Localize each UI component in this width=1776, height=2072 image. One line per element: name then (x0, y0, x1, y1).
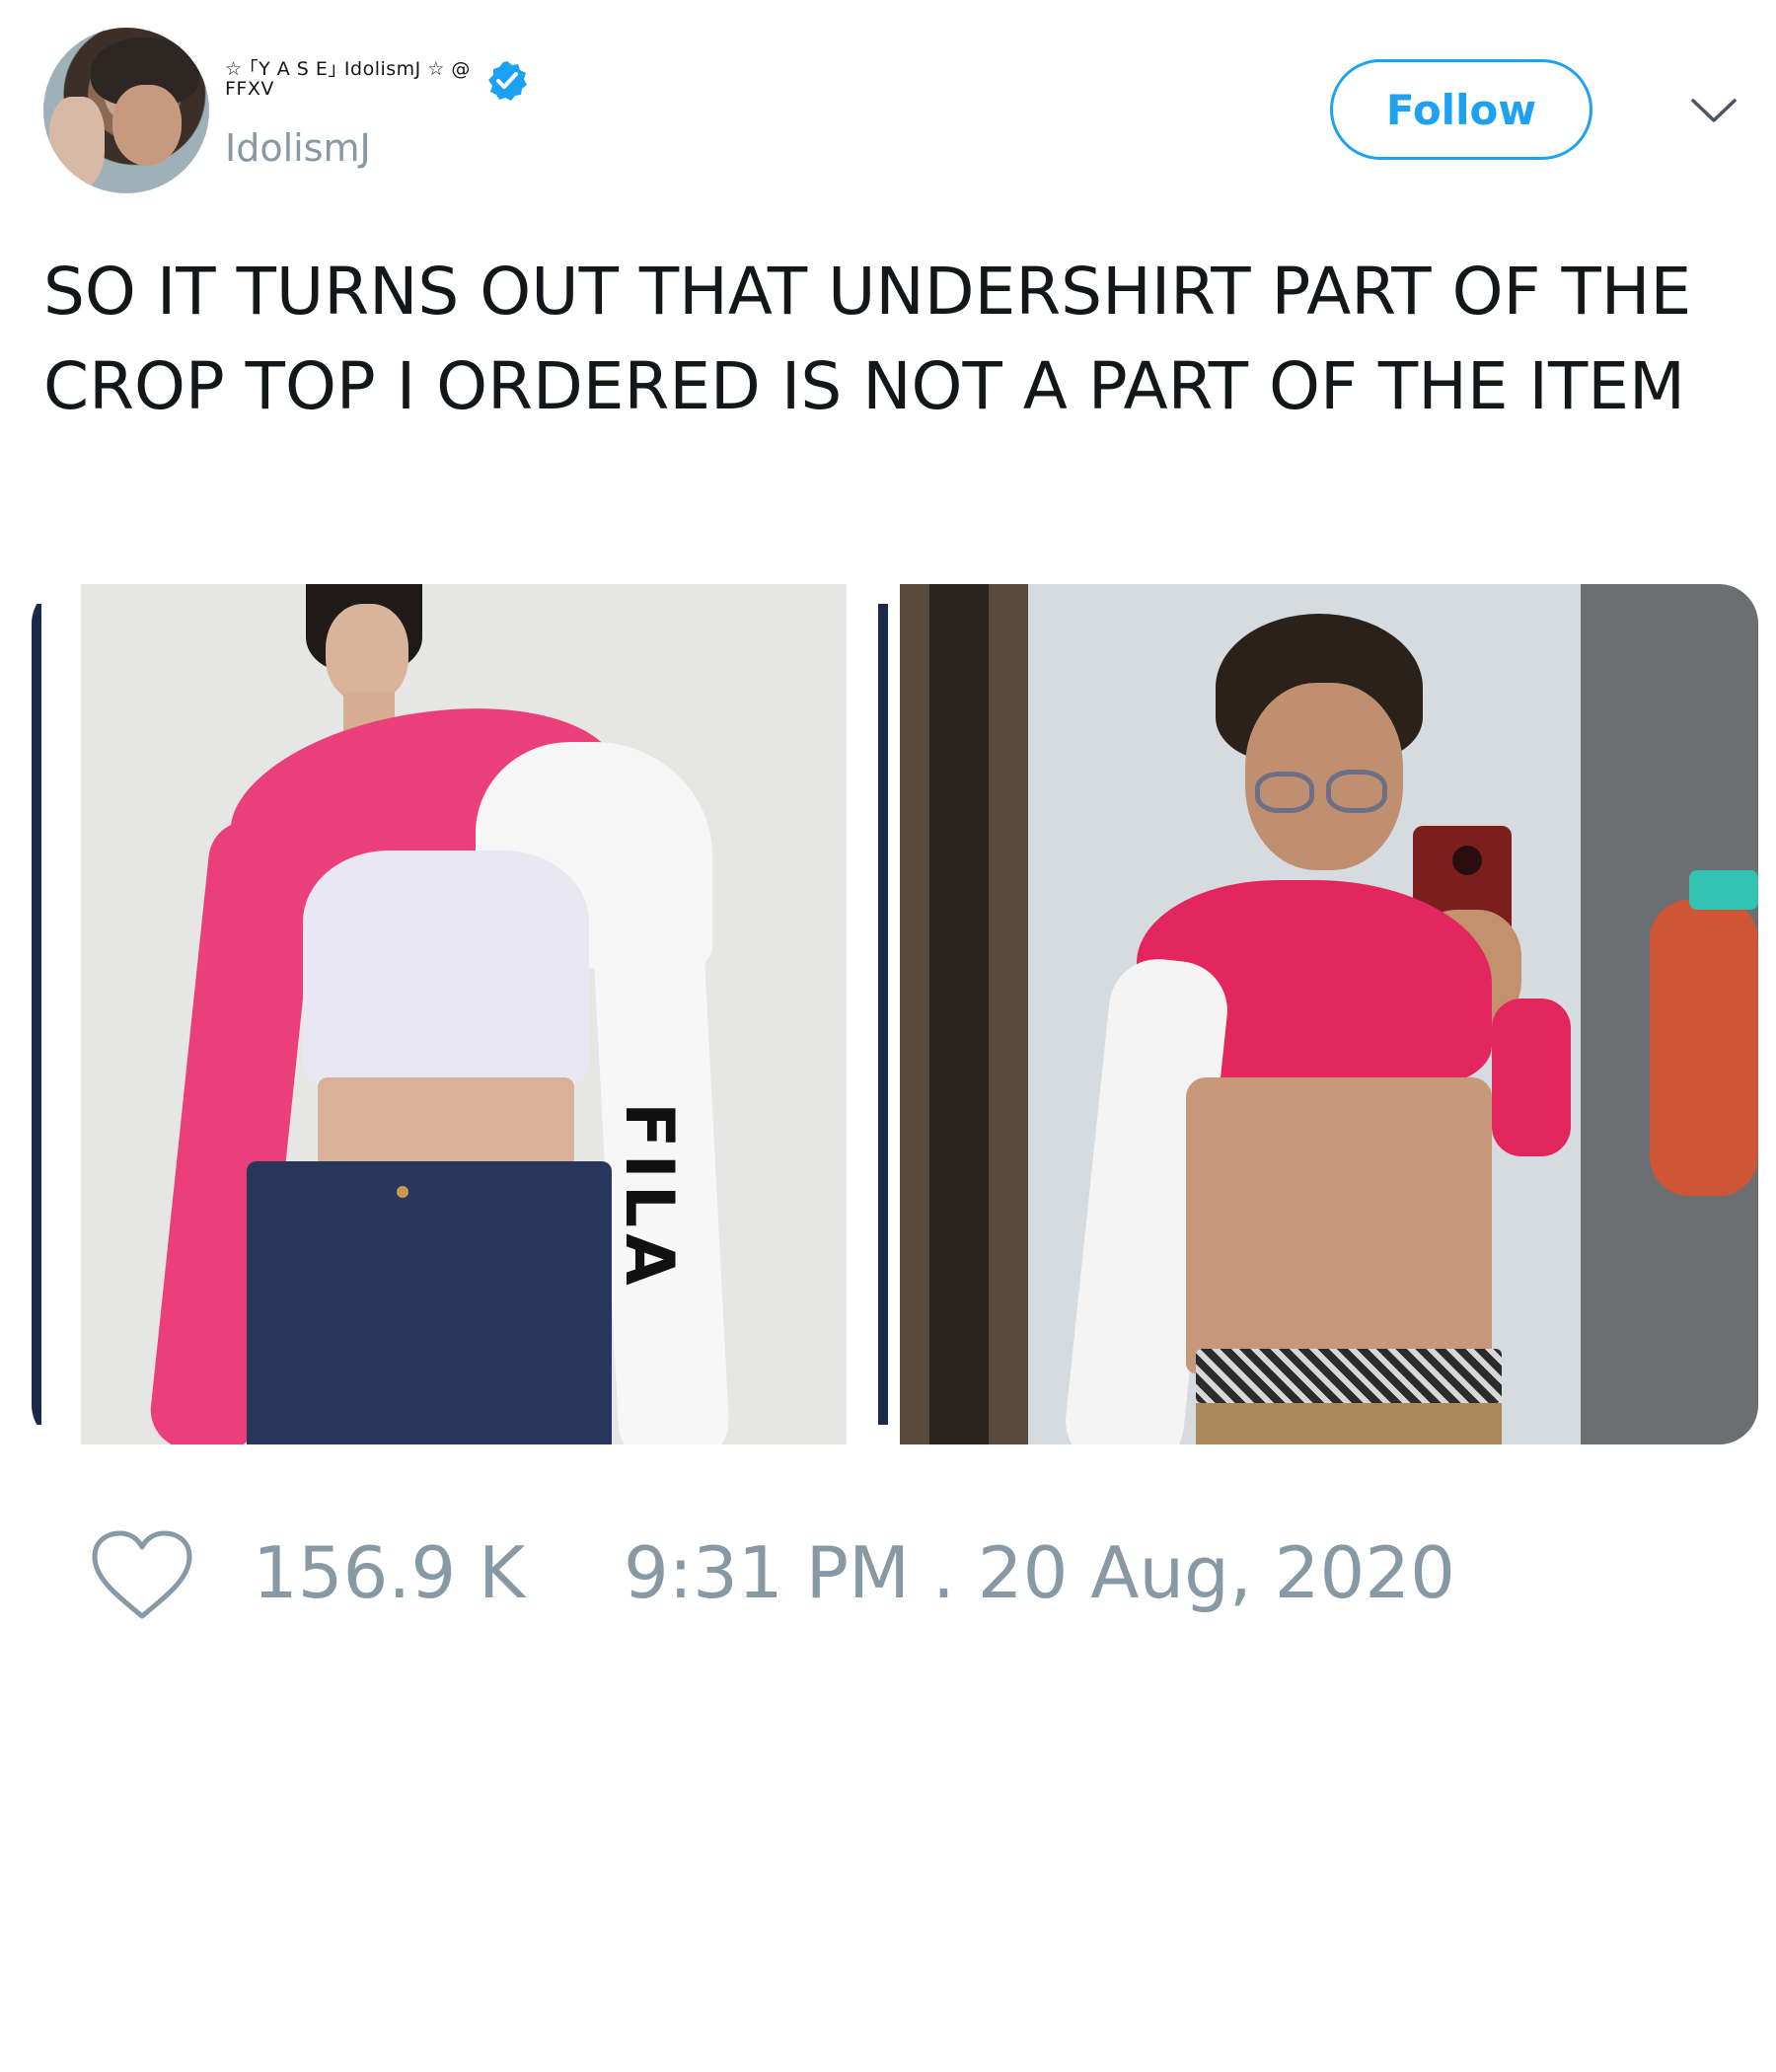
chevron-down-icon[interactable] (1689, 91, 1739, 130)
display-name[interactable]: ☆ ｢Y A S E｣ IdolismJ ☆ @ FFXV (225, 59, 501, 99)
avatar-face (112, 85, 182, 166)
media-edge-left (32, 604, 41, 1425)
follow-button[interactable]: Follow (1330, 59, 1592, 160)
heart-icon[interactable] (89, 1527, 195, 1622)
like-count: 156.9 K (253, 1531, 526, 1614)
tweet-card: ☆ ｢Y A S E｣ IdolismJ ☆ @ FFXV IdolismJ F… (0, 0, 1776, 2072)
product-photo[interactable]: FILA (81, 584, 847, 1444)
avatar[interactable] (43, 28, 209, 193)
tweet-media: FILA (32, 584, 1758, 1444)
tweet-timestamp[interactable]: 9:31 PM . 20 Aug, 2020 (624, 1531, 1455, 1614)
mirror-selfie[interactable] (900, 584, 1758, 1444)
sleeve-logo-text: FILA (610, 1102, 688, 1292)
user-handle[interactable]: IdolismJ (225, 126, 371, 170)
avatar-background-figure (49, 97, 105, 187)
verified-badge-icon (488, 61, 527, 101)
tweet-text: SO IT TURNS OUT THAT UNDERSHIRT PART OF … (43, 254, 1713, 424)
media-divider (878, 604, 888, 1425)
